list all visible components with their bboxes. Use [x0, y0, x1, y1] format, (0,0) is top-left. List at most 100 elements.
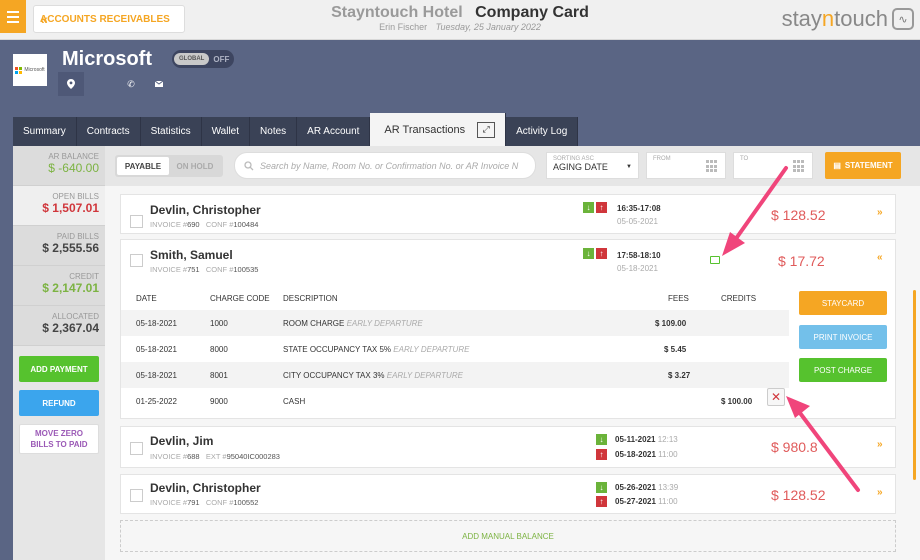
top-bar: « ACCOUNTS RECEIVABLES Stayntouch Hotel …	[0, 0, 920, 40]
guest-name: Devlin, Christopher	[150, 481, 261, 495]
print-invoice-button[interactable]: PRINT INVOICE	[799, 325, 887, 349]
add-payment-button[interactable]: ADD PAYMENT	[19, 356, 99, 382]
global-label: GLOBAL	[174, 53, 210, 65]
arrow-down-icon: ↓	[583, 248, 594, 259]
arrow-up-icon: ↑	[596, 496, 607, 507]
invoice-amount: $ 980.8	[771, 439, 818, 455]
ar-balance: AR BALANCE $ -640.00	[13, 146, 105, 186]
row-checkbox[interactable]	[130, 442, 143, 455]
search-box	[234, 152, 536, 179]
charge-row: 05-18-2021 1000 ROOM CHARGE EARLY DEPART…	[121, 310, 789, 336]
calendar-icon	[706, 160, 719, 173]
departure-date: 05-27-2021 11:00	[615, 497, 678, 506]
remove-payment-button[interactable]: ✕	[767, 388, 785, 406]
row-checkbox[interactable]	[130, 215, 143, 228]
global-toggle[interactable]: GLOBAL OFF	[172, 50, 234, 68]
chevron-up-icon[interactable]: «	[877, 252, 883, 263]
company-logo: Microsoft	[13, 54, 47, 86]
arrow-up-icon: ↑	[596, 248, 607, 259]
search-input[interactable]	[260, 160, 530, 171]
user-name: Erin Fischer	[379, 22, 428, 32]
stay-time: 16:35-17:08	[617, 204, 661, 213]
stay-date: 05-05-2021	[617, 217, 658, 226]
balance-sidebar: AR BALANCE $ -640.00 OPEN BILLS $ 1,507.…	[13, 146, 105, 560]
charge-row: 05-18-2021 8001 CITY OCCUPANCY TAX 3% EA…	[121, 362, 789, 388]
pulse-icon: ∿	[892, 8, 914, 30]
invoice-meta: INVOICE #690 CONF #100484	[150, 220, 259, 229]
guest-name: Devlin, Jim	[150, 434, 214, 448]
invoice-meta: INVOICE #751 CONF #100535	[150, 265, 259, 274]
scrollbar[interactable]	[913, 290, 916, 480]
allocated[interactable]: ALLOCATED $ 2,367.04	[13, 306, 105, 346]
document-icon: ▤	[833, 161, 841, 170]
arrow-down-icon: ↓	[596, 434, 607, 445]
tab-ar-account[interactable]: AR Account	[297, 117, 371, 146]
col-charge-code-header: CHARGE CODE	[210, 294, 270, 303]
row-checkbox[interactable]	[130, 489, 143, 502]
phone-icon[interactable]: ✆	[118, 72, 144, 96]
mail-icon[interactable]	[146, 72, 172, 96]
charge-row: 01-25-2022 9000 CASH $ 100.00	[136, 397, 753, 406]
invoice-meta: INVOICE #688 EXT #95040IC000283	[150, 452, 280, 461]
location-pin-icon[interactable]	[58, 72, 84, 96]
arrow-down-icon: ↓	[583, 202, 594, 213]
company-tabs: Summary Contracts Statistics Wallet Note…	[13, 113, 579, 146]
tab-activity-log[interactable]: Activity Log	[506, 117, 579, 146]
invoice-row[interactable]: Devlin, Christopher INVOICE #690 CONF #1…	[120, 194, 896, 234]
tab-summary[interactable]: Summary	[13, 117, 77, 146]
col-description-header: DESCRIPTION	[283, 294, 338, 303]
invoice-amount: $ 17.72	[778, 253, 825, 269]
arrow-up-icon: ↑	[596, 202, 607, 213]
ar-transactions-panel: AR BALANCE $ -640.00 OPEN BILLS $ 1,507.…	[13, 146, 920, 560]
arrival-date: 05-26-2021 13:39	[615, 483, 679, 492]
from-date-field[interactable]: FROM	[646, 152, 726, 179]
move-zero-bills-button[interactable]: MOVE ZERO BILLS TO PAID	[19, 424, 99, 454]
arrival-date: 05-11-2021 12:13	[615, 435, 678, 444]
chevron-down-icon[interactable]: »	[877, 439, 883, 450]
tab-notes[interactable]: Notes	[250, 117, 298, 146]
tab-wallet[interactable]: Wallet	[201, 117, 251, 146]
credit[interactable]: CREDIT $ 2,147.01	[13, 266, 105, 306]
payable-option[interactable]: PAYABLE	[117, 157, 169, 175]
caret-down-icon: ▼	[626, 164, 632, 170]
invoice-amount: $ 128.52	[771, 487, 826, 503]
departure-date: 05-18-2021 11:00	[615, 450, 678, 459]
stay-time: 17:58-18:10	[617, 251, 661, 260]
add-manual-balance-button[interactable]: ADD MANUAL BALANCE	[120, 520, 896, 552]
open-bills[interactable]: OPEN BILLS $ 1,507.01	[13, 186, 105, 226]
tab-contracts[interactable]: Contracts	[76, 117, 141, 146]
to-date-field[interactable]: TO	[733, 152, 813, 179]
statement-button[interactable]: ▤ STATEMENT	[825, 152, 901, 179]
hotel-name: Stayntouch Hotel	[331, 4, 463, 21]
search-icon	[244, 160, 254, 170]
business-date: Tuesday, 25 January 2022	[435, 22, 541, 32]
wallet-icon[interactable]	[710, 256, 720, 264]
sorting-select[interactable]: SORTING ASC AGING DATE ▼	[546, 152, 639, 179]
arrow-down-icon: ↓	[596, 482, 607, 493]
chevron-down-icon[interactable]: »	[877, 487, 883, 498]
invoice-row[interactable]: Devlin, Christopher INVOICE #791 CONF #1…	[120, 474, 896, 514]
invoice-amount: $ 128.52	[771, 207, 826, 223]
guest-name: Smith, Samuel	[150, 248, 233, 262]
charge-row: 05-18-2021 8000 STATE OCCUPANCY TAX 5% E…	[136, 345, 687, 354]
tab-statistics[interactable]: Statistics	[140, 117, 202, 146]
stay-date: 05-18-2021	[617, 264, 658, 273]
on-hold-option[interactable]: ON HOLD	[169, 157, 221, 175]
payable-onhold-toggle: PAYABLE ON HOLD	[115, 155, 223, 177]
col-date-header: DATE	[136, 294, 157, 303]
col-credits-header: CREDITS	[721, 294, 757, 303]
staycard-button[interactable]: STAYCARD	[799, 291, 887, 315]
arrow-up-icon: ↑	[596, 449, 607, 460]
paid-bills[interactable]: PAID BILLS $ 2,555.56	[13, 226, 105, 266]
invoice-list: Devlin, Christopher INVOICE #690 CONF #1…	[105, 186, 920, 560]
invoice-meta: INVOICE #791 CONF #100552	[150, 498, 259, 507]
row-checkbox[interactable]	[130, 254, 143, 267]
post-charge-button[interactable]: POST CHARGE	[799, 358, 887, 382]
expand-icon[interactable]: ⤢	[477, 121, 496, 138]
toggle-state: OFF	[213, 54, 230, 64]
company-name: Microsoft	[62, 48, 152, 70]
invoice-row[interactable]: Devlin, Jim INVOICE #688 EXT #95040IC000…	[120, 426, 896, 468]
tab-ar-transactions[interactable]: AR Transactions ⤢	[370, 113, 507, 146]
refund-button[interactable]: REFUND	[19, 390, 99, 416]
chevron-down-icon[interactable]: »	[877, 207, 883, 218]
